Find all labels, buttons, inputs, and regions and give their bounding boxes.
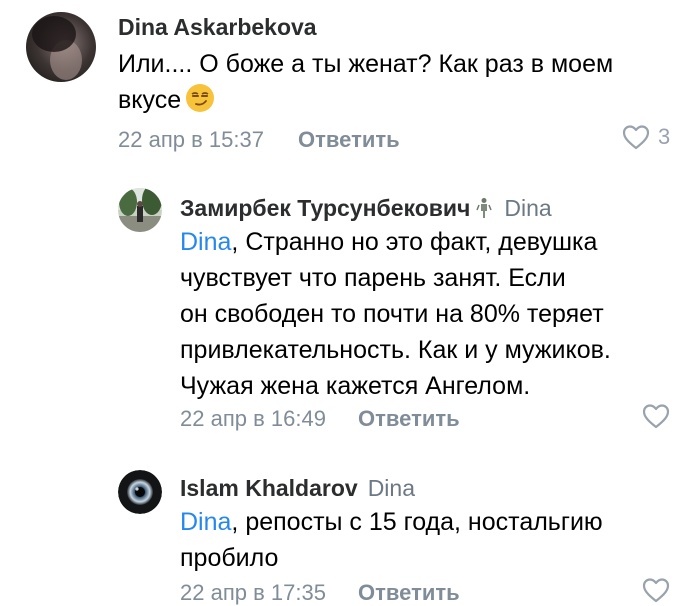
comment-text-line: Или.... О боже а ты женат? Как раз в мое… [118,50,614,78]
like-button[interactable]: 3 [622,124,670,150]
like-button[interactable] [642,403,670,429]
author-name: Islam Khaldarov [180,475,358,501]
comment-text-line: Dina, Странно но это факт, девушка [180,224,680,260]
comment-item: Замирбек Турсунбекович Dina Dina, Странн… [0,170,699,440]
heart-icon [642,404,670,429]
comment-text-line: пробило [180,544,279,572]
mention-link[interactable]: Dina [180,508,231,536]
reply-button[interactable]: Ответить [298,127,400,153]
comment-text-line: вкусе [118,86,182,114]
comment-author[interactable]: Замирбек Турсунбекович Dina [180,195,552,222]
heart-icon [622,125,650,150]
reply-to-name[interactable]: Dina [504,195,551,221]
comment-author[interactable]: Islam Khaldarov Dina [180,475,415,502]
heart-icon [642,578,670,603]
comment-author[interactable]: Dina Askarbekova [118,14,317,41]
comment-item: Dina Askarbekova Или.... О боже а ты жен… [0,0,699,170]
author-name: Замирбек Турсунбекович [180,195,471,221]
reply-button[interactable]: Ответить [358,580,460,606]
comment-text: Dina, Странно но это факт, девушка чувст… [180,224,680,404]
comment-text: Dina, репосты с 15 года, ностальгию проб… [180,504,680,576]
comment-text-line: Чужая жена кажется Ангелом. [180,372,531,400]
avatar[interactable] [118,188,162,232]
comment-text-line: Dina, репосты с 15 года, ностальгию [180,504,680,540]
reply-button[interactable]: Ответить [358,406,460,432]
comment-text-segment: , Странно но это факт, девушка [231,228,598,256]
comment-text-line: чувствует что парень занят. Если [180,264,566,292]
avatar[interactable] [118,470,162,514]
comment-timestamp: 22 апр в 17:35 [180,580,326,605]
comment-timestamp: 22 апр в 16:49 [180,406,326,431]
comment-text-line: он свободен то почти на 80% теряет [180,300,604,328]
avatar[interactable] [26,12,96,82]
comment-text-line-with-emoji: вкусе [118,82,688,118]
comment-text: Или.... О боже а ты женат? Как раз в мое… [118,46,688,118]
comment-text-segment: , репосты с 15 года, ностальгию [231,508,603,536]
comment-timestamp: 22 апр в 15:37 [118,127,264,152]
mention-link[interactable]: Dina [180,228,231,256]
person-standing-icon [474,197,494,219]
comment-text-line: привлекательность. Как и у мужиков. [180,336,611,364]
smirking-face-emoji-icon [185,83,215,113]
like-count: 3 [658,124,671,149]
reply-to-name[interactable]: Dina [368,475,415,501]
comment-item: Islam Khaldarov Dina Dina, репосты с 15 г… [0,440,699,605]
like-button[interactable] [642,577,670,603]
